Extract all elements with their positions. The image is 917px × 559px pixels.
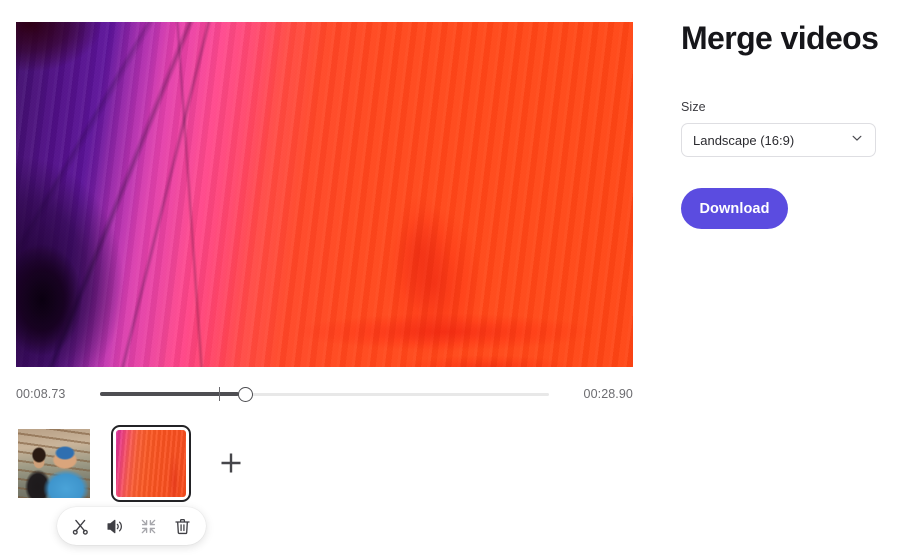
compress-icon (139, 517, 158, 536)
size-field-label: Size (681, 100, 706, 114)
trim-button[interactable] (67, 513, 94, 540)
size-select-value: Landscape (16:9) (693, 132, 795, 148)
settings-panel: Merge videos Size Landscape (16:9) Downl… (660, 0, 917, 559)
video-frame-image (16, 22, 633, 367)
download-button[interactable]: Download (681, 188, 788, 229)
playback-slider[interactable] (100, 382, 549, 406)
volume-button[interactable] (101, 513, 128, 540)
slider-handle[interactable] (238, 386, 254, 402)
total-duration-label: 00:28.90 (583, 387, 633, 401)
plus-icon (218, 450, 244, 476)
clip-strip (18, 424, 248, 502)
video-preview[interactable] (16, 22, 633, 367)
clip-1-frame (18, 428, 90, 498)
size-select[interactable]: Landscape (16:9) (681, 123, 876, 157)
clip-action-toolbar (57, 507, 206, 545)
fit-button[interactable] (135, 513, 162, 540)
playback-scrubber-row: 00:08.73 00:28.90 (16, 382, 633, 406)
slider-tick-mark (218, 387, 221, 401)
clip-thumbnail-1-image (18, 428, 90, 498)
page-title: Merge videos (681, 20, 879, 56)
merge-videos-app: 00:08.73 00:28.90 Merge videos Size Land… (0, 0, 917, 559)
delete-button[interactable] (169, 513, 196, 540)
clip-thumbnail-1[interactable] (18, 428, 90, 498)
size-select-wrap: Landscape (16:9) (681, 123, 876, 157)
editor-column: 00:08.73 00:28.90 (0, 0, 660, 559)
clip-thumbnail-2-image (116, 429, 186, 497)
clip-thumbnail-2[interactable] (111, 424, 191, 502)
current-time-label: 00:08.73 (16, 387, 66, 401)
add-clip-button[interactable] (214, 446, 248, 480)
trash-icon (173, 517, 192, 536)
chevron-down-icon (850, 131, 864, 150)
clip-2-frame (116, 429, 186, 497)
scissors-icon (71, 517, 90, 536)
volume-icon (105, 517, 124, 536)
